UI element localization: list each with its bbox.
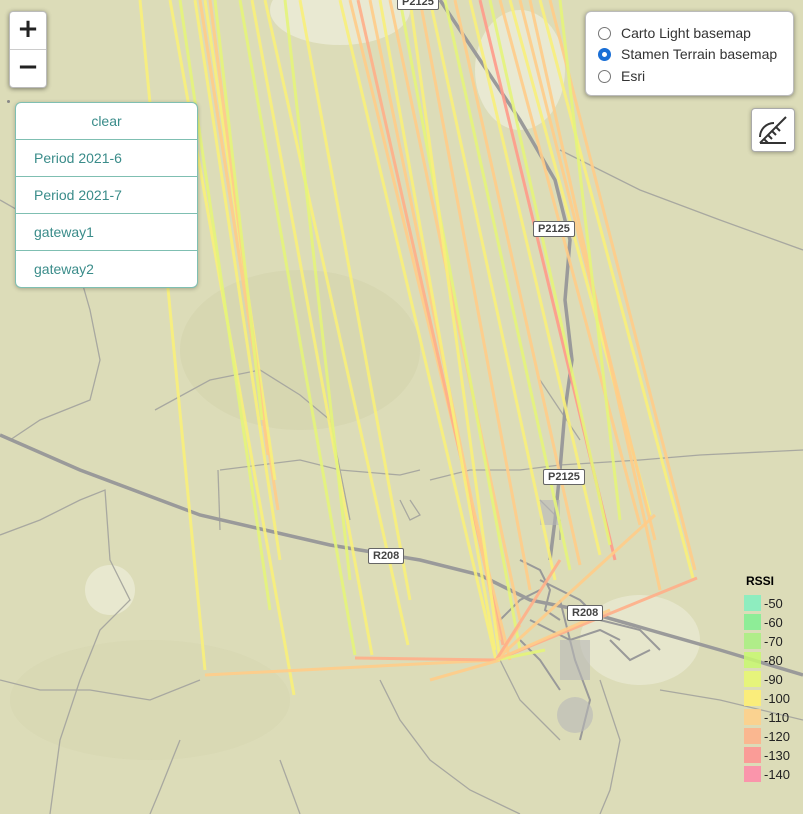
legend-swatch — [744, 595, 761, 611]
zoom-control: + − — [9, 11, 47, 88]
legend-swatch — [744, 728, 761, 744]
basemap-option-stamen[interactable]: Stamen Terrain basemap — [598, 44, 777, 64]
legend-row: -120 — [744, 727, 803, 745]
legend-label: -140 — [764, 766, 791, 782]
legend-swatch — [744, 690, 761, 706]
gateway2-button[interactable]: gateway2 — [16, 250, 197, 287]
legend-row: -60 — [744, 613, 803, 631]
legend-label: -80 — [764, 652, 783, 668]
legend-swatch — [744, 766, 761, 782]
control-handle — [7, 100, 10, 103]
basemap-label-stamen: Stamen Terrain basemap — [621, 46, 778, 62]
clear-button[interactable]: clear — [16, 103, 197, 139]
legend-swatch — [744, 614, 761, 630]
legend-swatch — [744, 671, 761, 687]
legend-row: -140 — [744, 765, 803, 783]
legend-swatch — [744, 652, 761, 668]
legend-row: -130 — [744, 746, 803, 764]
radio-carto[interactable] — [598, 26, 611, 40]
zoom-in-button[interactable]: + — [10, 12, 46, 50]
legend-row: -80 — [744, 651, 803, 669]
legend-label: -60 — [764, 614, 783, 630]
legend-swatch — [744, 747, 761, 763]
basemap-label-carto: Carto Light basemap — [621, 25, 751, 41]
zoom-out-button[interactable]: − — [10, 50, 46, 87]
legend-swatch — [744, 709, 761, 725]
ruler-icon — [759, 116, 787, 144]
legend-label: -100 — [764, 690, 791, 706]
legend-label: -50 — [764, 595, 783, 611]
road-label-p2125-low: P2125 — [543, 469, 585, 485]
legend-row: -90 — [744, 670, 803, 688]
road-label-r208-west: R208 — [368, 548, 405, 564]
legend-row: -70 — [744, 632, 803, 650]
radio-stamen[interactable] — [598, 47, 611, 61]
basemap-label-esri: Esri — [621, 68, 646, 84]
legend-row: -100 — [744, 689, 803, 707]
basemap-layer-control: Carto Light basemap Stamen Terrain basem… — [585, 11, 794, 96]
legend-swatch — [744, 633, 761, 649]
period-2021-6-button[interactable]: Period 2021-6 — [16, 139, 197, 176]
legend-label: -130 — [764, 747, 791, 763]
road-label-p2125-top: P2125 — [397, 0, 439, 10]
rssi-link-line — [354, 656, 497, 662]
legend-row: -110 — [744, 708, 803, 726]
legend-label: -70 — [764, 633, 783, 649]
measure-tool-button[interactable] — [751, 108, 795, 152]
legend-row: -50 — [744, 594, 803, 612]
legend-title: RSSI — [746, 574, 775, 588]
period-2021-7-button[interactable]: Period 2021-7 — [16, 176, 197, 213]
legend-label: -110 — [764, 709, 790, 725]
rssi-legend: RSSI -50 -60 -70 -80 -90 -100 -110 -120 -130 -140 — [744, 574, 803, 784]
road-label-p2125-mid: P2125 — [533, 221, 575, 237]
basemap-option-carto[interactable]: Carto Light basemap — [598, 23, 751, 43]
legend-label: -120 — [764, 728, 791, 744]
legend-label: -90 — [764, 671, 783, 687]
filter-panel: clear Period 2021-6 Period 2021-7 gatewa… — [15, 102, 198, 288]
radio-esri[interactable] — [598, 69, 611, 83]
basemap-option-esri[interactable]: Esri — [598, 66, 645, 86]
gateway1-button[interactable]: gateway1 — [16, 213, 197, 250]
road-label-r208-east: R208 — [567, 605, 604, 621]
